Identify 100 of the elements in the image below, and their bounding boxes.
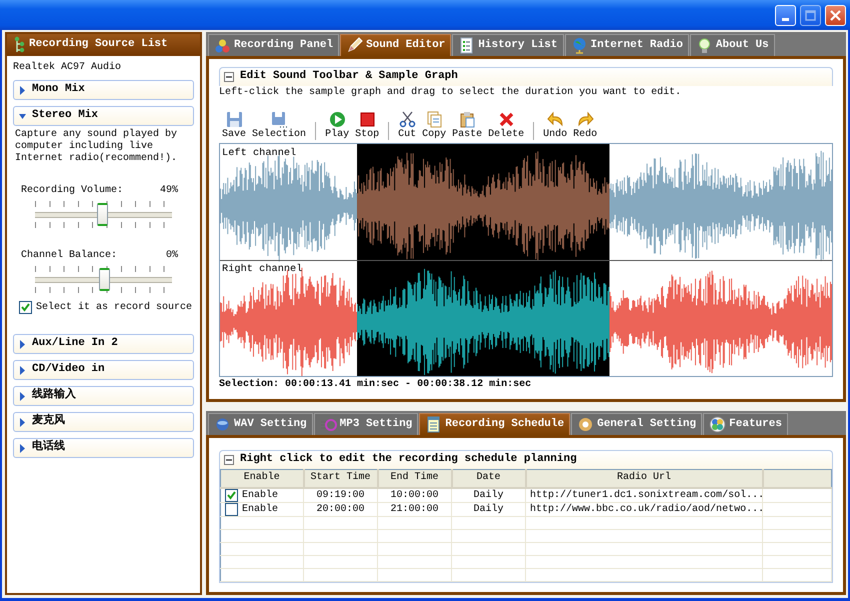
source-name: Aux/Line In 2 (32, 337, 118, 351)
globe-icon (570, 37, 588, 54)
list-icon (458, 37, 476, 54)
column-header[interactable]: Enable (220, 470, 304, 488)
source-header[interactable]: Stereo Mix (13, 106, 194, 126)
paste-icon (458, 111, 476, 128)
channel-label: Left channel (222, 148, 296, 159)
tab[interactable]: Features (703, 413, 788, 435)
source-name: Stereo Mix (32, 109, 98, 123)
table-cell: 20:00:00 (304, 502, 378, 516)
scissors-icon (398, 111, 416, 128)
tree-icon (13, 36, 25, 54)
table-cell: Daily (452, 488, 526, 502)
toolbar-button[interactable]: Paste (449, 111, 486, 140)
source-name: Mono Mix (32, 83, 85, 97)
toolbar-button[interactable]: Stop (352, 111, 382, 140)
source-name: 电话线 (32, 441, 65, 455)
delete-icon (498, 111, 515, 128)
group-title: Right click to edit the recording schedule planning (240, 453, 577, 467)
expander-icon (19, 418, 26, 426)
source-header[interactable]: Mono Mix (13, 80, 194, 100)
tab[interactable]: Internet Radio (564, 34, 689, 56)
tab[interactable]: About Us (690, 34, 775, 56)
source-name: 线路输入 (32, 389, 76, 403)
expander-icon (19, 392, 26, 400)
expander-icon (19, 340, 26, 348)
column-header[interactable]: End Time (378, 470, 452, 488)
slider-thumb[interactable] (98, 268, 110, 291)
close-button[interactable] (825, 4, 846, 26)
source-header[interactable]: 麦克风 (13, 412, 194, 432)
channel-waveform[interactable] (220, 144, 832, 262)
source-header[interactable]: 电话线 (13, 438, 194, 458)
expander-icon (19, 444, 26, 452)
save-icon (270, 111, 288, 128)
tab[interactable]: Sound Editor (340, 34, 452, 56)
stop-icon (358, 111, 376, 128)
toolbar-button[interactable]: Selection (249, 111, 310, 140)
source-header[interactable]: Aux/Line In 2 (13, 334, 194, 354)
column-header[interactable]: Start Time (304, 470, 378, 488)
tab[interactable]: Recording Panel (208, 34, 340, 56)
slider-label: Channel Balance: (21, 250, 118, 262)
slider-reading: 0% (166, 250, 178, 262)
column-header[interactable]: Radio Url (526, 470, 763, 488)
toolbar-button[interactable]: Redo (570, 111, 600, 140)
redo-icon (576, 111, 594, 128)
undo-icon (546, 111, 564, 128)
expander-icon (19, 86, 26, 94)
table-cell: 21:00:00 (378, 502, 452, 516)
copy-icon (426, 111, 443, 128)
minimize-button[interactable] (775, 4, 796, 26)
collapse-icon[interactable] (224, 455, 234, 465)
hint-text: Left-click the sample graph and drag to select the duration you want to edit. (219, 87, 682, 99)
play-icon (328, 111, 346, 128)
collapse-icon[interactable] (224, 72, 234, 82)
toolbar-button[interactable]: Save (219, 111, 250, 140)
group-title: Edit Sound Toolbar & Sample Graph (240, 70, 458, 84)
table-cell: Enable (242, 504, 278, 514)
toolbar-button[interactable]: Play (322, 111, 352, 140)
source-name: 麦克风 (32, 415, 65, 429)
panel-title: Recording Source List (29, 38, 168, 52)
document-icon (425, 416, 442, 433)
table-cell: Daily (452, 502, 526, 516)
tab[interactable]: Recording Schedule (419, 413, 570, 435)
checkbox[interactable] (225, 488, 238, 502)
toolbar-button[interactable]: Undo (540, 111, 570, 140)
channel-label: Right channel (222, 264, 302, 275)
maximize-button[interactable] (800, 4, 821, 26)
toolbar-button[interactable]: Copy (419, 111, 450, 140)
pencil-icon (346, 37, 364, 54)
source-description: Capture any sound played by computer including live Internet radio(recommend!). (15, 129, 178, 165)
disc-icon (214, 416, 232, 433)
slider-thumb[interactable] (97, 203, 108, 226)
expander-icon (19, 112, 26, 120)
tab[interactable]: MP3 Setting (314, 413, 418, 435)
device-name: Realtek AC97 Audio (13, 62, 122, 74)
slider-label: Recording Volume: (21, 185, 124, 197)
checkbox[interactable] (19, 301, 32, 314)
tab[interactable]: WAV Setting (208, 413, 313, 435)
selection-range: Selection: 00:00:13.41 min:sec - 00:00:38.12 min:sec (219, 379, 532, 391)
checkbox[interactable] (225, 502, 238, 515)
save-icon (226, 111, 243, 128)
maximize-icon (805, 10, 816, 20)
table-cell: Enable (242, 490, 278, 500)
source-name: CD/Video in (32, 363, 105, 377)
channel-waveform[interactable] (220, 260, 832, 377)
close-icon (830, 10, 841, 20)
source-header[interactable]: 线路输入 (13, 386, 194, 406)
table-cell: 10:00:00 (378, 488, 452, 502)
table-cell: 09:19:00 (304, 488, 378, 502)
column-header[interactable]: Date (452, 470, 526, 488)
tab[interactable]: History List (452, 34, 564, 56)
toolbar-button[interactable]: Delete (485, 111, 528, 140)
slider-reading: 49% (160, 185, 178, 197)
expander-icon (19, 366, 26, 374)
table-cell: http://tuner1.dc1.sonixtream.com/sol... (526, 488, 763, 502)
circles-icon (709, 416, 726, 433)
toolbar-button[interactable]: Cut (395, 111, 420, 140)
tab[interactable]: General Setting (571, 413, 702, 435)
minimize-icon (782, 18, 789, 20)
source-header[interactable]: CD/Video in (13, 360, 194, 380)
